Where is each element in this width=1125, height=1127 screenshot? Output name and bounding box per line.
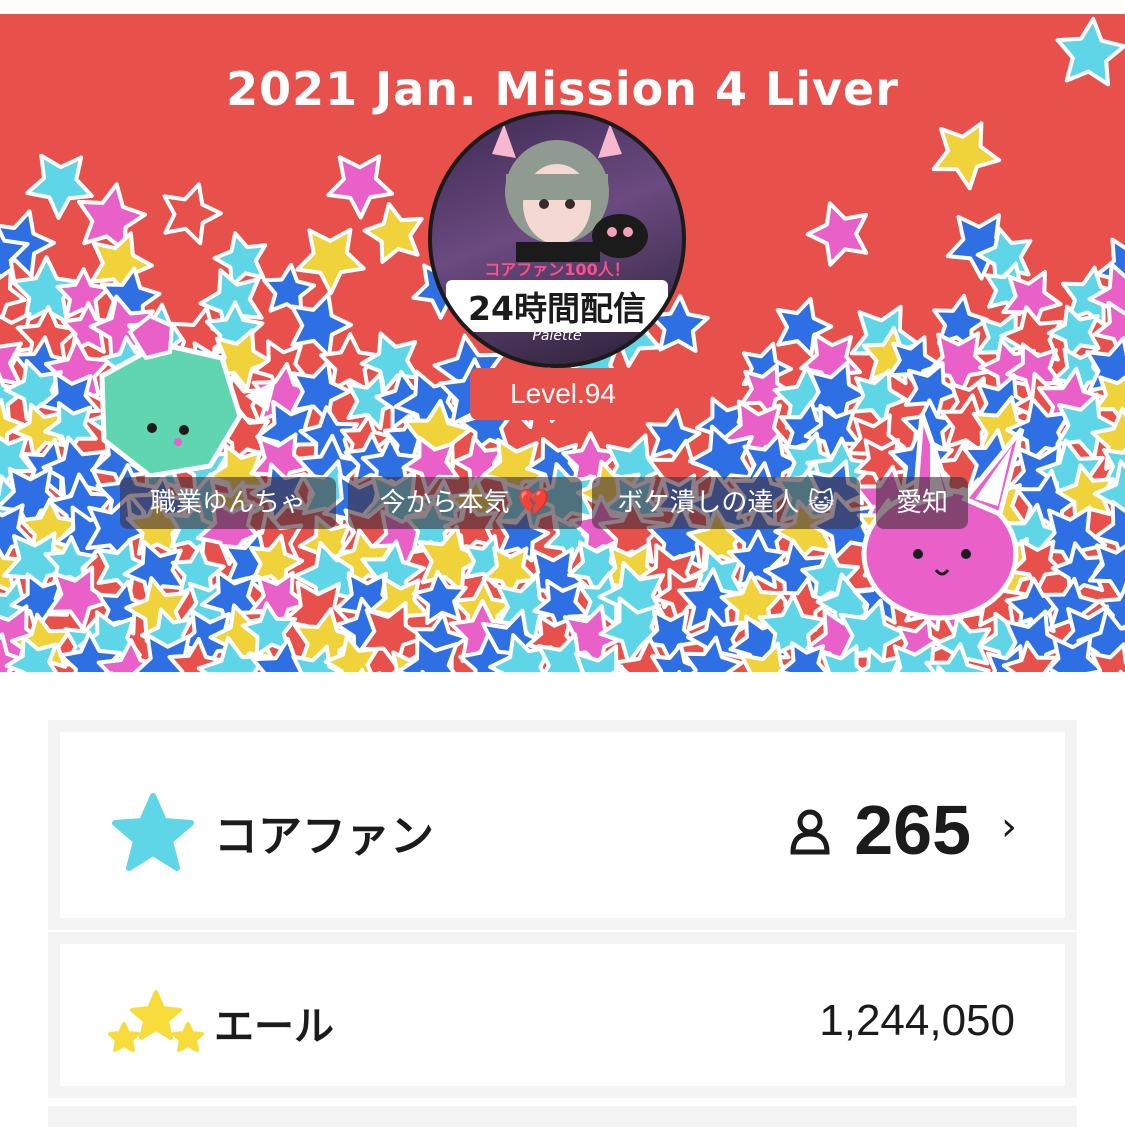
profile-banner: 2021 Jan. Mission 4 Liver コアファン100人！ 24時… — [0, 14, 1125, 672]
profile-tag[interactable]: 今から本気 💔 — [348, 477, 582, 529]
avatar-caption-brand: Palette — [532, 328, 582, 344]
decorative-star — [326, 154, 395, 220]
avatar-caption-small: コアファン100人！ — [484, 260, 630, 279]
level-badge: Level.94 — [470, 368, 656, 420]
profile-tag[interactable]: 愛知 — [876, 477, 968, 529]
decorative-star — [0, 267, 27, 325]
core-fans-row[interactable]: コアファン 265 › — [48, 720, 1077, 930]
core-fans-label: コアファン — [214, 811, 434, 862]
decorative-star — [362, 202, 424, 264]
yell-value: 1,244,050 — [819, 996, 1015, 1045]
avatar-caption-big: 24時間配信 — [446, 280, 668, 332]
next-row-edge — [48, 1106, 1077, 1127]
core-fans-count: 265 — [854, 791, 971, 869]
avatar[interactable]: コアファン100人！ 24時間配信 Palette — [428, 110, 686, 368]
profile-tag[interactable]: ボケ潰しの達人 😺 — [592, 477, 860, 529]
yell-label: エール — [214, 1004, 334, 1050]
profile-tag[interactable]: 職業ゆんちゃ — [120, 477, 336, 529]
banner-title: 2021 Jan. Mission 4 Liver — [226, 62, 899, 116]
three-stars-icon — [108, 990, 204, 1052]
star-icon — [112, 793, 194, 871]
decorative-star — [931, 121, 1002, 191]
yell-row: エール 1,244,050 — [48, 932, 1077, 1098]
chevron-right-icon: › — [1001, 804, 1017, 850]
decorative-star — [805, 201, 869, 267]
person-icon — [790, 809, 830, 855]
decorative-star — [162, 182, 223, 246]
